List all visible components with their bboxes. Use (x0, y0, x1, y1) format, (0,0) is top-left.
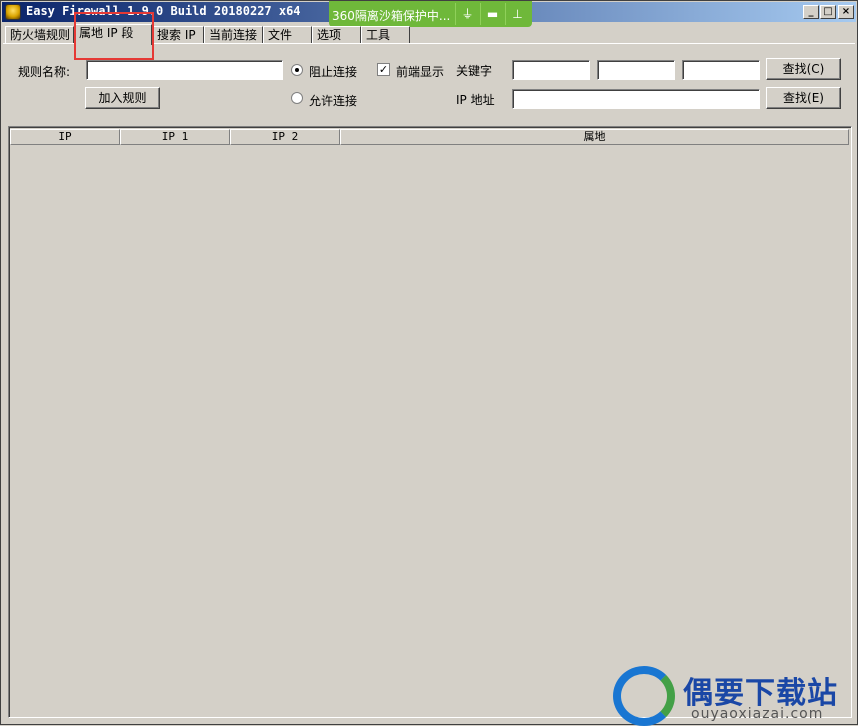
tab-highlight-box (74, 12, 154, 60)
add-rule-button[interactable]: 加入规则 (85, 87, 160, 109)
column-header-region[interactable]: 属地 (340, 129, 849, 145)
maximize-button[interactable]: □ (820, 5, 836, 19)
column-header-ip2[interactable]: IP 2 (230, 129, 340, 145)
block-connection-radio[interactable] (291, 64, 303, 76)
watermark-logo-icon (613, 666, 675, 726)
front-display-label: 前端显示 (396, 65, 445, 79)
pin-icon[interactable]: ⊥ (505, 3, 529, 25)
find-ip-button[interactable]: 查找(E) (766, 87, 841, 109)
allow-connection-label: 允许连接 (309, 94, 358, 108)
ip-address-input[interactable] (512, 89, 760, 109)
folder-icon[interactable]: ▬ (480, 3, 504, 25)
tab-options[interactable]: 选项 (312, 26, 361, 44)
minimize-button[interactable]: _ (803, 5, 819, 19)
rule-name-label: 规则名称: (18, 65, 71, 79)
keyword-label: 关键字 (456, 64, 493, 78)
column-header-ip[interactable]: IP (10, 129, 120, 145)
find-keyword-button[interactable]: 查找(C) (766, 58, 841, 80)
site-watermark: 偶要下载站 ouyaoxiazai.com (613, 666, 858, 726)
rule-name-input[interactable] (86, 60, 283, 80)
sandbox-status-text: 360隔离沙箱保护中... (332, 9, 451, 23)
tab-current-connections[interactable]: 当前连接 (204, 26, 263, 44)
window-title: Easy Firewall 1.9.0 Build 20180227 x64 (26, 4, 301, 18)
tab-tools[interactable]: 工具 (361, 26, 410, 44)
tab-search-ip[interactable]: 搜索 IP (152, 26, 204, 44)
tab-firewall-rules[interactable]: 防火墙规则 (5, 26, 74, 44)
main-window: Easy Firewall 1.9.0 Build 20180227 x64 _… (0, 0, 858, 726)
front-display-checkbox[interactable]: ✓ (377, 63, 390, 76)
plug-icon[interactable]: ⏚ (455, 3, 479, 25)
keyword-input-3[interactable] (682, 60, 760, 80)
close-button[interactable]: × (838, 5, 854, 19)
watermark-url: ouyaoxiazai.com (691, 706, 824, 722)
keyword-input-1[interactable] (512, 60, 590, 80)
app-shield-icon (5, 4, 21, 20)
ip-address-label: IP 地址 (456, 93, 495, 107)
keyword-input-2[interactable] (597, 60, 675, 80)
block-connection-label: 阻止连接 (309, 65, 358, 79)
allow-connection-radio[interactable] (291, 92, 303, 104)
column-header-ip1[interactable]: IP 1 (120, 129, 230, 145)
tab-file[interactable]: 文件 (263, 26, 312, 44)
sandbox-status-bar: 360隔离沙箱保护中... ⏚ ▬ ⊥ (329, 1, 532, 27)
ip-range-list[interactable]: IP IP 1 IP 2 属地 (8, 126, 852, 718)
